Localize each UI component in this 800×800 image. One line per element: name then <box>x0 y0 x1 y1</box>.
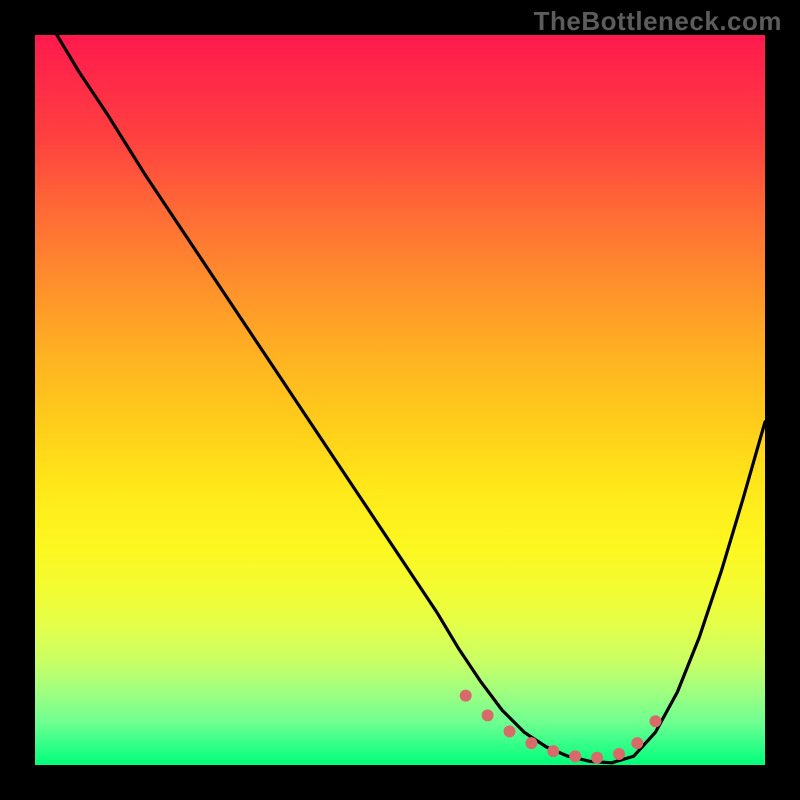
marker-dot <box>613 748 625 760</box>
marker-dot <box>569 750 581 762</box>
marker-dot <box>649 715 661 727</box>
marker-dot <box>503 725 515 737</box>
marker-dot <box>525 737 537 749</box>
chart-container: TheBottleneck.com <box>0 0 800 800</box>
marker-dot <box>631 737 643 749</box>
marker-dot <box>482 709 494 721</box>
marker-dot <box>460 690 472 702</box>
plot-area <box>35 35 765 765</box>
marker-dot <box>547 745 559 757</box>
optimal-range-markers <box>35 35 765 765</box>
watermark-text: TheBottleneck.com <box>534 6 782 37</box>
marker-dot <box>591 752 603 764</box>
